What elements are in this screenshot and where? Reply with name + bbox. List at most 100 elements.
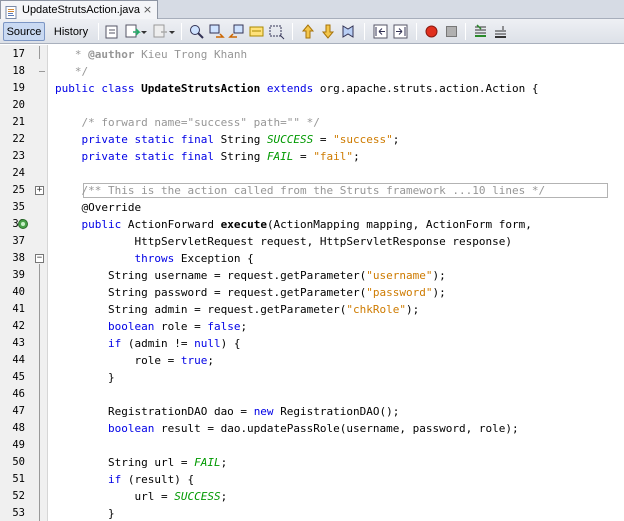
code-token: boolean — [55, 320, 161, 333]
java-file-icon — [5, 4, 18, 19]
tab-label: UpdateStrutsAction.java — [22, 4, 141, 16]
line-number: 37 — [12, 235, 25, 247]
toolbar-separator — [364, 23, 365, 40]
code-token: ); — [432, 269, 446, 282]
code-text: * @author Kieu Trong Khanh — [55, 46, 247, 63]
code-line[interactable]: 22 private static final String SUCCESS =… — [0, 131, 624, 148]
toggle-highlight-icon[interactable] — [248, 23, 265, 40]
code-line[interactable]: 46 — [0, 386, 624, 403]
code-line[interactable]: 20 — [0, 97, 624, 114]
code-line[interactable]: 17 * @author Kieu Trong Khanh — [0, 46, 624, 63]
override-marker-icon[interactable] — [18, 219, 28, 229]
code-token: @Override — [55, 201, 142, 214]
back-icon[interactable] — [124, 23, 141, 40]
comment-icon[interactable] — [472, 23, 489, 40]
code-token: } — [55, 507, 115, 520]
code-token: if — [55, 473, 128, 486]
code-line[interactable]: 50 String url = FAIL; — [0, 454, 624, 471]
code-text: public ActionForward execute(ActionMappi… — [55, 216, 531, 233]
shift-left-icon[interactable] — [372, 23, 389, 40]
line-number: 47 — [12, 405, 25, 417]
code-token: ; — [207, 354, 214, 367]
code-token: result = dao.updatePassRole(username, pa… — [160, 422, 519, 435]
find-selection-icon[interactable] — [188, 23, 205, 40]
code-token: "chkRole" — [346, 303, 407, 316]
previous-bookmark-icon[interactable] — [300, 23, 317, 40]
code-token: String — [220, 150, 267, 163]
code-line[interactable]: 42 boolean role = false; — [0, 318, 624, 335]
code-line[interactable]: 37 HttpServletRequest request, HttpServl… — [0, 233, 624, 250]
code-token: Exception { — [180, 252, 254, 265]
find-previous-icon[interactable] — [208, 23, 225, 40]
code-token: * — [55, 48, 89, 61]
code-text: String username = request.getParameter("… — [55, 267, 446, 284]
expand-fold-icon[interactable]: + — [35, 186, 44, 195]
stop-macro-icon[interactable] — [443, 23, 460, 40]
toggle-rect-selection-icon[interactable] — [268, 23, 285, 40]
line-number: 35 — [12, 201, 25, 213]
code-line[interactable]: 19 public class UpdateStrutsAction extend… — [0, 80, 624, 97]
forward-icon[interactable] — [152, 23, 169, 40]
code-token: role = — [160, 320, 208, 333]
source-view-button[interactable]: Source — [3, 22, 45, 41]
code-token: /** This is the action called from the S… — [55, 184, 546, 197]
code-line[interactable]: 52 url = SUCCESS; — [0, 488, 624, 505]
line-number: 53 — [12, 507, 25, 519]
last-edit-icon[interactable] — [104, 23, 121, 40]
code-line[interactable]: 40 String password = request.getParamete… — [0, 284, 624, 301]
code-line[interactable]: 41 String admin = request.getParameter("… — [0, 301, 624, 318]
code-token: "username" — [366, 269, 433, 282]
code-token: Kieu Trong Khanh — [134, 48, 248, 61]
code-token: HttpServletRequest request, HttpServletR… — [55, 235, 512, 248]
toggle-bookmark-icon[interactable] — [340, 23, 357, 40]
history-view-button[interactable]: History — [50, 22, 92, 41]
line-number: 24 — [12, 167, 25, 179]
chevron-down-icon[interactable] — [168, 23, 176, 40]
code-token: String username = request.getParameter( — [55, 269, 367, 282]
code-token: */ — [55, 65, 89, 78]
code-token: null — [194, 337, 221, 350]
next-bookmark-icon[interactable] — [320, 23, 337, 40]
code-line[interactable]: 48 boolean result = dao.updatePassRole(u… — [0, 420, 624, 437]
shift-right-icon[interactable] — [392, 23, 409, 40]
code-token: extends — [260, 82, 320, 95]
tab-update-struts-action[interactable]: UpdateStrutsAction.java × — [0, 0, 158, 19]
code-line[interactable]: 49 — [0, 437, 624, 454]
code-line[interactable]: 44 role = true; — [0, 352, 624, 369]
code-token: org.apache.struts.action.Action { — [319, 82, 539, 95]
code-line[interactable]: 25 /** This is the action called from th… — [0, 182, 624, 199]
line-number: 46 — [12, 388, 25, 400]
code-text: url = SUCCESS; — [55, 488, 227, 505]
chevron-down-icon[interactable] — [140, 23, 148, 40]
code-line[interactable]: 36 public ActionForward execute(ActionMa… — [0, 216, 624, 233]
fold-guide — [39, 46, 40, 59]
code-line[interactable]: 23 private static final String FAIL = "f… — [0, 148, 624, 165]
code-line[interactable]: 51 if (result) { — [0, 471, 624, 488]
start-macro-icon[interactable] — [423, 23, 440, 40]
close-icon[interactable]: × — [142, 4, 153, 15]
code-token: "fail" — [313, 150, 354, 163]
uncomment-icon[interactable] — [492, 23, 509, 40]
code-token: ) { — [220, 337, 241, 350]
code-line[interactable]: 21 /* forward name="success" path="" */ — [0, 114, 624, 131]
code-line[interactable]: 47 RegistrationDAO dao = new Registratio… — [0, 403, 624, 420]
code-token: public class — [55, 82, 142, 95]
line-number: 43 — [12, 337, 25, 349]
code-line[interactable]: 18 */ — [0, 63, 624, 80]
code-line[interactable]: 43 if (admin != null) { — [0, 335, 624, 352]
code-line[interactable]: 35 @Override — [0, 199, 624, 216]
code-line[interactable]: 53 } — [0, 505, 624, 521]
code-line[interactable]: 38 throws Exception { — [0, 250, 624, 267]
code-line[interactable]: 39 String username = request.getParamete… — [0, 267, 624, 284]
code-token: role = — [55, 354, 181, 367]
find-next-icon[interactable] — [228, 23, 245, 40]
line-number: 25 — [12, 184, 25, 196]
code-token: false — [207, 320, 241, 333]
editor-tab-bar: UpdateStrutsAction.java × — [0, 0, 624, 19]
code-line[interactable]: 24 — [0, 165, 624, 182]
code-line[interactable]: 45 } — [0, 369, 624, 386]
collapse-fold-icon[interactable]: − — [35, 254, 44, 263]
line-number: 51 — [12, 473, 25, 485]
line-number: 45 — [12, 371, 25, 383]
fold-guide-end — [39, 71, 45, 72]
